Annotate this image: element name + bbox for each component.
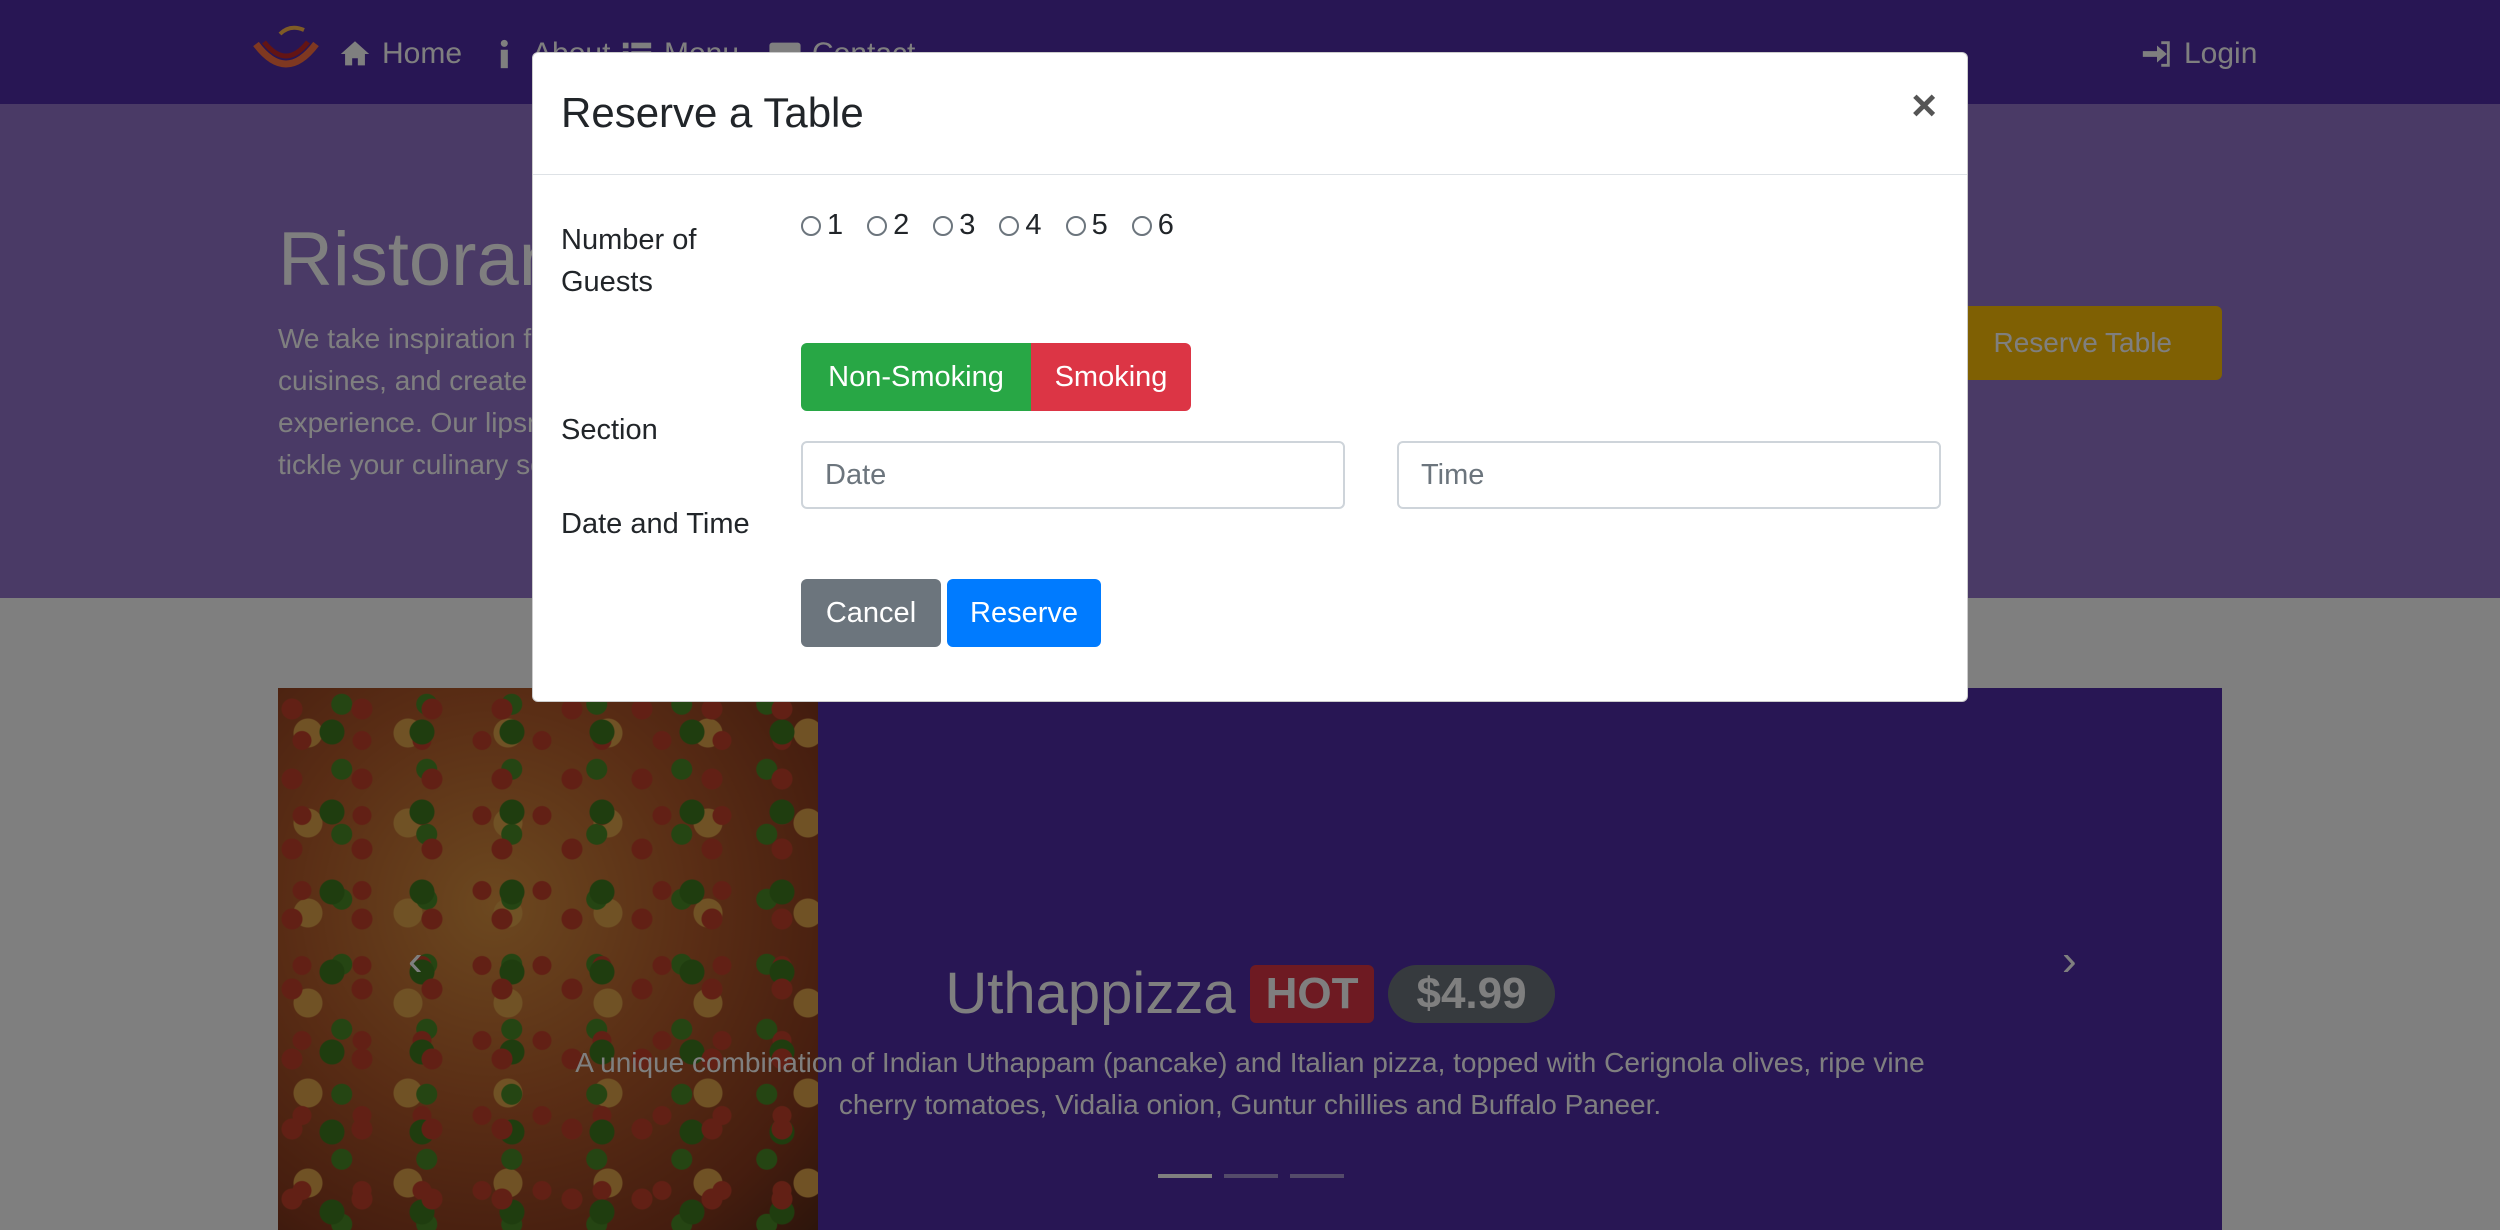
radio-button[interactable]: [933, 215, 954, 236]
time-input[interactable]: Time: [1397, 441, 1941, 509]
non-smoking-button[interactable]: Non-Smoking: [801, 343, 1031, 411]
reserve-modal: Reserve a Table × Number of Guests 1 2 3…: [532, 52, 1968, 702]
radio-button[interactable]: [867, 215, 888, 236]
date-input[interactable]: Date: [801, 441, 1345, 509]
guest-option-label: 1: [827, 209, 844, 241]
radio-button[interactable]: [1131, 215, 1152, 236]
guest-option-6[interactable]: 6: [1131, 209, 1174, 242]
section-label: Section: [561, 414, 658, 446]
radio-button[interactable]: [801, 215, 821, 236]
datetime-label: Date and Time: [561, 508, 750, 540]
guest-option-3[interactable]: 3: [933, 209, 975, 242]
guest-option-label: 4: [1025, 209, 1042, 241]
radio-button[interactable]: [999, 215, 1020, 236]
section-button-group: Non-Smoking Smoking: [801, 343, 1191, 411]
guest-option-5[interactable]: 5: [1065, 209, 1108, 242]
guest-option-label: 2: [893, 209, 910, 241]
guest-option-2[interactable]: 2: [867, 209, 909, 242]
smoking-button[interactable]: Smoking: [1031, 343, 1191, 411]
guests-radio-group: 1 2 3 4 5 6: [801, 209, 1174, 242]
modal-header: Reserve a Table ×: [533, 53, 1967, 175]
radio-button[interactable]: [1065, 215, 1086, 236]
guests-label: Number of Guests: [561, 224, 697, 298]
guest-option-label: 5: [1091, 209, 1108, 241]
guest-option-label: 3: [959, 209, 976, 241]
close-icon[interactable]: ×: [1911, 81, 1937, 131]
reserve-button[interactable]: Reserve: [947, 579, 1101, 647]
modal-title: Reserve a Table: [561, 89, 864, 136]
guest-option-1[interactable]: 1: [801, 209, 843, 242]
guest-option-4[interactable]: 4: [999, 209, 1042, 242]
cancel-button[interactable]: Cancel: [801, 579, 941, 647]
guest-option-label: 6: [1157, 209, 1174, 241]
